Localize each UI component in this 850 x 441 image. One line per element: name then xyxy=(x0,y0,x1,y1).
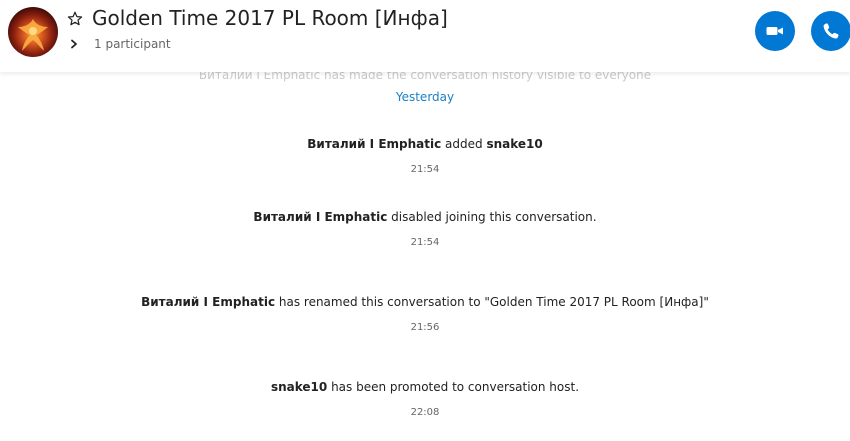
audio-call-button[interactable] xyxy=(811,11,850,51)
event-timestamp: 22:08 xyxy=(410,407,440,418)
participant-count[interactable]: 1 participant xyxy=(94,37,171,51)
event-actor: Виталий I Emphatic xyxy=(307,137,442,151)
phone-icon xyxy=(823,23,839,39)
chevron-right-icon[interactable] xyxy=(69,39,79,49)
video-camera-icon xyxy=(766,27,783,35)
event-actor: Виталий I Emphatic xyxy=(253,210,388,224)
phoenix-avatar-icon xyxy=(18,19,48,51)
event-text: has renamed this conversation to "Golden… xyxy=(275,295,709,309)
event-text: disabled joining this conversation. xyxy=(387,210,597,224)
event-text: has been promoted to conversation host. xyxy=(327,380,580,394)
system-event: Виталий I Emphatic has renamed this conv… xyxy=(0,295,850,309)
conversation-avatar[interactable] xyxy=(8,7,58,57)
message-list[interactable]: Виталий I Emphatic has made the conversa… xyxy=(0,72,850,441)
event-actor: snake10 xyxy=(270,380,328,394)
video-call-button[interactable] xyxy=(755,11,795,51)
system-event: Виталий I Emphatic disabled joining this… xyxy=(0,210,850,224)
star-icon[interactable] xyxy=(67,11,83,27)
event-timestamp: 21:56 xyxy=(410,322,440,333)
conversation-header: Golden Time 2017 PL Room [Инфа] 1 partic… xyxy=(0,0,850,72)
system-event: snake10 has been promoted to conversatio… xyxy=(0,380,850,394)
date-separator: Yesterday xyxy=(395,90,455,104)
event-timestamp: 21:54 xyxy=(410,237,440,248)
faded-previous-message: Виталий I Emphatic has made the conversa… xyxy=(198,72,652,82)
system-event: Виталий I Emphatic added snake10 xyxy=(0,137,850,151)
event-target: snake10 xyxy=(486,137,543,151)
conversation-title: Golden Time 2017 PL Room [Инфа] xyxy=(92,6,448,30)
event-timestamp: 21:54 xyxy=(410,164,440,175)
event-actor: Виталий I Emphatic xyxy=(141,295,276,309)
event-text: added xyxy=(441,137,487,151)
